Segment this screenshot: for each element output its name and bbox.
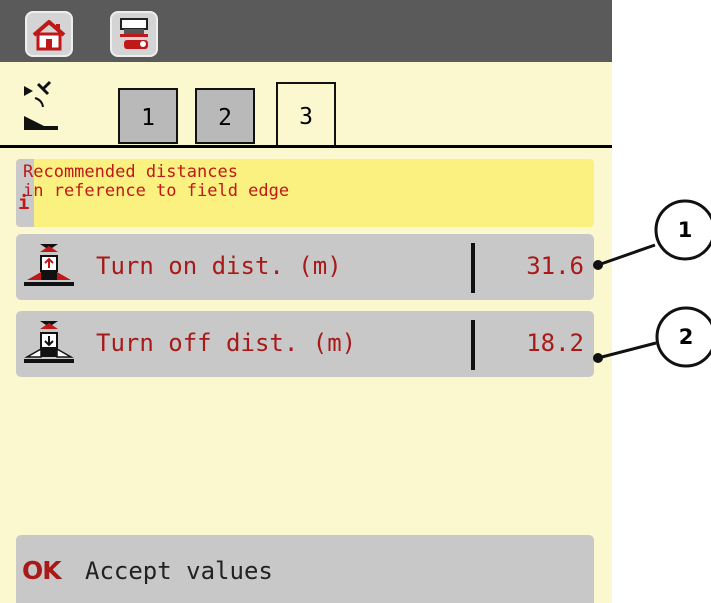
callout-1-leader (597, 243, 656, 267)
callout-2-dot (593, 353, 603, 363)
callout-1-number: 1 (677, 218, 693, 242)
callout-1-dot (593, 260, 603, 270)
callout-2-leader (597, 341, 657, 360)
callout-2-number: 2 (678, 325, 694, 349)
callout-annotations (593, 199, 711, 368)
